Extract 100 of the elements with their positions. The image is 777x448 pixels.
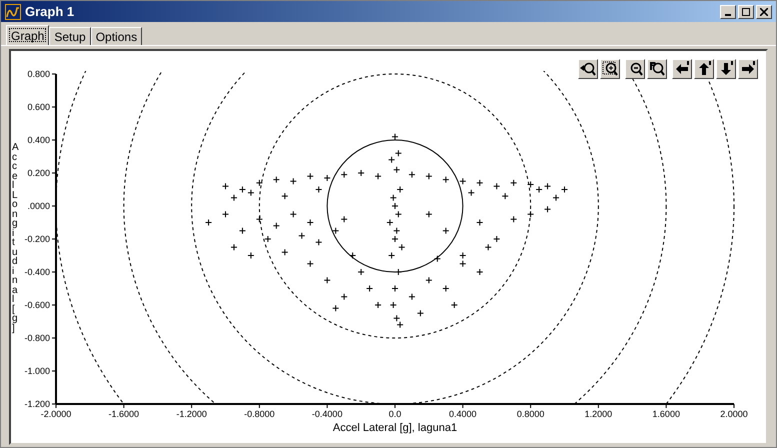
data-point [332,227,340,234]
x-tick-label: -1.2000 [176,409,207,419]
data-point [527,210,534,218]
data-point [425,210,432,218]
y-axis-title: Accel Longitudinal [g] [12,143,23,333]
data-point [306,219,314,226]
x-tick-label: 2.0000 [720,409,748,419]
pan-left-button[interactable] [672,59,692,79]
data-point [544,206,552,213]
pan-down-button[interactable] [716,59,736,79]
x-tick-label: -0.4000 [312,409,342,419]
data-point [390,302,397,308]
data-point [238,227,246,234]
x-tick-label: 0.8000 [516,409,544,419]
data-point [205,219,212,226]
y-tick-label: 0.200 [27,168,50,178]
data-point [393,166,400,174]
data-point [256,179,263,186]
data-point [256,216,263,223]
data-point [450,302,458,308]
right-arrow-icon [740,61,756,77]
data-point [394,268,402,276]
data-point [442,176,450,184]
data-point [510,216,518,223]
close-icon [760,8,768,16]
tab[interactable]: Options [90,27,142,45]
zoom-reset-button[interactable] [647,59,667,79]
data-point [290,178,297,185]
data-point [374,172,382,180]
x-tick-label: -1.6000 [108,409,140,419]
data-point [222,182,229,190]
y-tick-label: -0.800 [24,333,50,343]
data-point [459,178,466,185]
data-point [358,268,365,276]
data-point [230,244,238,251]
data-point [315,186,322,193]
data-point [324,174,331,182]
data-point [408,171,416,178]
data-point [434,255,441,262]
data-point [425,276,432,284]
data-point [408,293,416,300]
data-point [298,232,306,240]
maximize-icon [742,8,750,16]
minimize-icon [725,14,731,16]
data-point [272,176,280,184]
data-point [510,179,518,186]
graph-icon [5,4,21,20]
data-point [340,293,348,300]
pan-up-button[interactable] [694,59,714,79]
y-tick-label: -0.400 [24,267,50,277]
pan-right-button[interactable] [738,59,758,79]
x-tick-label: -0.8000 [244,409,275,419]
back-magnifier-icon [580,61,596,77]
data-point [349,252,356,259]
y-tick-label: 0.800 [27,69,50,79]
data-point [340,216,348,223]
y-tick-label: -1.000 [24,366,50,376]
y-tick-label: -0.200 [24,234,50,244]
data-point [476,268,484,276]
data-point [358,170,365,176]
close-button[interactable] [756,4,772,18]
x-tick-label: 1.2000 [584,409,612,419]
zoom-box-button[interactable] [600,59,620,79]
data-point [366,285,374,292]
data-point [272,222,280,230]
data-point [392,285,398,292]
x-tick-label: 0.0 [388,409,402,419]
reset-magnifier-icon [649,61,665,77]
data-point [476,219,484,226]
window-title: Graph 1 [25,2,76,21]
x-tick-label: 0.4000 [449,409,477,419]
x-axis-title: Accel Lateral [g], laguna1 [332,422,458,434]
data-point [315,238,322,246]
y-tick-label: 0.600 [27,102,50,112]
zoom-box-icon [602,61,618,77]
tab[interactable]: Setup [49,27,91,45]
y-tick-label: .0000 [27,201,50,211]
data-point [374,302,382,308]
maximize-button[interactable] [738,4,754,18]
data-point [264,236,272,242]
minimize-button[interactable] [720,4,736,18]
y-tick-label: -1.200 [24,399,50,409]
data-point [502,192,509,200]
data-point [281,192,288,200]
data-point [425,172,432,180]
data-point [392,133,398,140]
tab[interactable]: Graph [6,25,50,45]
zoom-back-button[interactable] [578,59,598,79]
data-point [416,310,424,317]
zoom-out-button[interactable] [625,59,645,79]
data-point [388,252,396,259]
data-point [306,260,314,268]
x-tick-label: 1.6000 [652,409,680,419]
x-tick-label: -2.0000 [40,409,72,419]
data-point [340,171,348,178]
y-tick-label: 0.400 [27,135,50,145]
data-point [222,210,229,218]
data-point [493,182,500,190]
data-point [281,248,288,256]
data-point [476,179,484,186]
